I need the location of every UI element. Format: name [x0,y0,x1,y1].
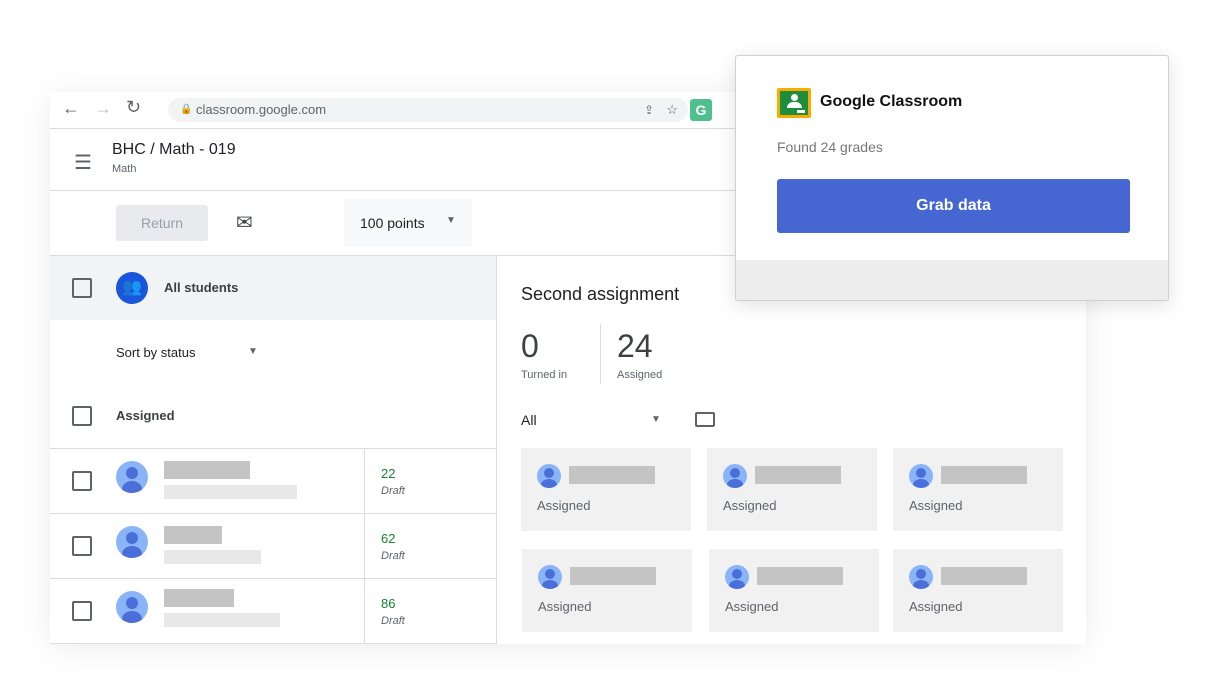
avatar [723,464,747,488]
grade-value[interactable]: 22 [381,466,395,481]
student-row[interactable]: 62 Draft [50,514,496,578]
google-classroom-logo [777,88,811,118]
popup-footer [736,260,1168,300]
student-card[interactable]: Assigned [707,448,877,531]
forward-icon[interactable]: → [94,98,112,119]
app-name: Google Classroom [820,93,963,110]
group-icon: 👥 [116,272,148,304]
avatar [909,464,933,488]
grade-value[interactable]: 62 [381,531,395,546]
student-checkbox[interactable] [72,601,92,621]
url-bar[interactable]: 🔒 classroom.google.com ⇪ ☆ [168,98,688,122]
assigned-count: 24 [617,328,653,364]
grade-status: Draft [381,550,405,562]
grade-status: Draft [381,485,405,497]
page-subtitle: Math [112,163,137,175]
sort-label: Sort by status [116,345,196,360]
card-status: Assigned [909,498,963,513]
avatar [725,565,749,589]
back-icon[interactable]: ← [62,98,80,119]
student-card[interactable]: Assigned [893,448,1063,531]
grade-status: Draft [381,615,405,627]
extension-popup: Google Classroom Found 24 grades Grab da… [735,55,1169,301]
extension-icon[interactable]: G [690,99,712,121]
found-grades-text: Found 24 grades [777,139,883,155]
student-checkbox[interactable] [72,536,92,556]
assignment-title: Second assignment [521,284,680,304]
sort-dropdown[interactable]: Sort by status ▼ [116,344,266,364]
card-status: Assigned [538,599,592,614]
caret-down-icon: ▼ [651,414,661,425]
menu-icon[interactable]: ☰ [74,150,92,175]
avatar [537,464,561,488]
assigned-group-checkbox[interactable] [72,406,92,426]
assigned-label: Assigned [617,369,663,381]
all-students-checkbox[interactable] [72,278,92,298]
points-dropdown[interactable]: 100 points ▼ [344,199,472,247]
all-students-row[interactable]: 👥 All students [50,256,496,320]
caret-down-icon: ▼ [446,215,456,226]
card-status: Assigned [725,599,779,614]
url-text: classroom.google.com [196,102,327,117]
filter-value: All [521,412,537,428]
reload-icon[interactable]: ↻ [126,97,141,118]
student-card[interactable]: Assigned [521,448,691,531]
avatar [116,591,148,623]
student-row[interactable]: 22 Draft [50,449,496,513]
student-row[interactable]: 86 Draft [50,579,496,643]
avatar [116,461,148,493]
folder-icon[interactable] [695,412,715,427]
caret-down-icon: ▼ [248,346,258,357]
page-title: BHC / Math - 019 [112,141,236,158]
student-card[interactable]: Assigned [522,549,692,632]
avatar [116,526,148,558]
avatar [909,565,933,589]
grade-value[interactable]: 86 [381,596,395,611]
share-icon[interactable]: ⇪ [644,98,654,122]
turned-in-count: 0 [521,328,539,364]
assigned-group-label: Assigned [116,408,175,423]
email-icon[interactable]: ✉ [236,210,253,235]
card-status: Assigned [723,498,777,513]
card-status: Assigned [537,498,591,513]
all-students-label: All students [164,280,239,295]
student-checkbox[interactable] [72,471,92,491]
avatar [538,565,562,589]
return-button[interactable]: Return [116,205,208,241]
card-status: Assigned [909,599,963,614]
turned-in-label: Turned in [521,369,568,381]
filter-dropdown[interactable]: All ▼ [521,412,666,432]
grab-data-button[interactable]: Grab data [777,179,1130,233]
lock-icon: 🔒 [180,104,193,115]
student-card[interactable]: Assigned [709,549,879,632]
star-icon[interactable]: ☆ [666,98,678,122]
points-value: 100 points [360,215,425,231]
student-card[interactable]: Assigned [893,549,1063,632]
